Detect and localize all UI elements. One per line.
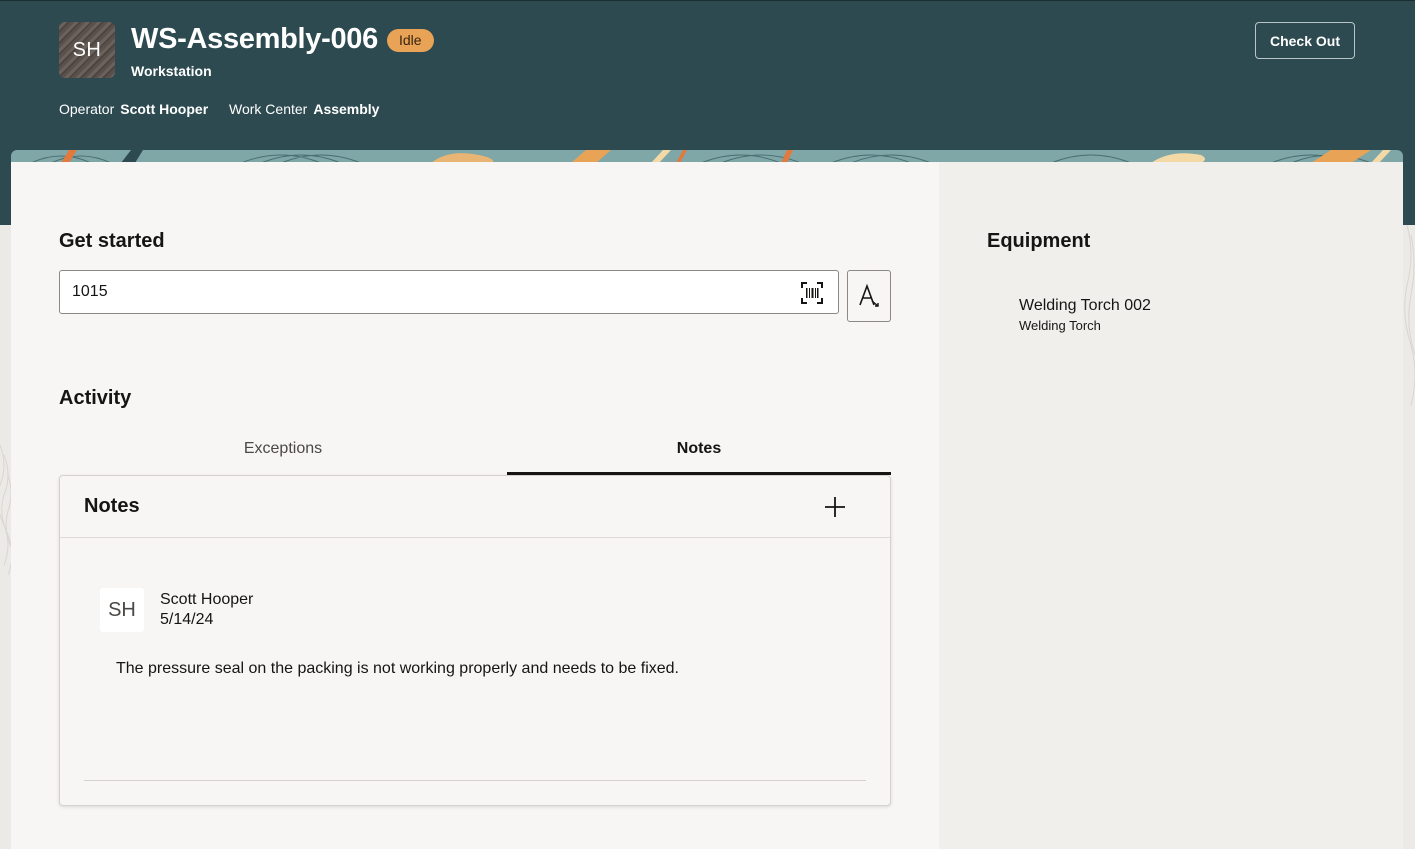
page-title: WS-Assembly-006 [131, 23, 378, 55]
note-author-avatar: SH [100, 588, 144, 632]
page-subtitle: Workstation [131, 63, 212, 79]
equipment-item-name[interactable]: Welding Torch 002 [1019, 297, 1151, 315]
tab-notes[interactable]: Notes [507, 428, 891, 475]
equipment-panel [939, 162, 1403, 849]
get-started-input[interactable] [72, 281, 792, 303]
tab-exceptions[interactable]: Exceptions [59, 428, 507, 475]
text-entry-button[interactable] [847, 270, 891, 322]
operator-label: Operator [59, 101, 115, 117]
equipment-title: Equipment [987, 230, 1091, 252]
barcode-scan-icon[interactable] [801, 282, 823, 304]
notes-card-header: Notes [60, 476, 890, 538]
note-author: Scott Hooper [160, 591, 254, 608]
note-text: The pressure seal on the packing is not … [116, 660, 679, 677]
work-center-label: Work Center [229, 101, 308, 117]
status-badge: Idle [387, 29, 434, 52]
work-center-value: Assembly [313, 101, 380, 117]
check-out-button[interactable]: Check Out [1255, 22, 1355, 59]
get-started-title: Get started [59, 230, 165, 252]
divider [84, 780, 866, 781]
text-size-icon [859, 284, 879, 307]
operator-value: Scott Hooper [120, 101, 209, 117]
note-date: 5/14/24 [160, 611, 214, 628]
notes-title: Notes [84, 495, 140, 517]
plus-icon[interactable] [822, 494, 848, 520]
get-started-search-box[interactable] [59, 270, 839, 314]
workstation-avatar: SH [59, 22, 115, 78]
work-center-info: Work Center Assembly [229, 101, 379, 117]
operator-info: Operator Scott Hooper [59, 101, 208, 117]
equipment-item-type: Welding Torch [1019, 318, 1101, 333]
notes-card: Notes SH Scott Hooper 5/14/24 The pressu… [59, 475, 891, 806]
activity-title: Activity [59, 387, 132, 409]
